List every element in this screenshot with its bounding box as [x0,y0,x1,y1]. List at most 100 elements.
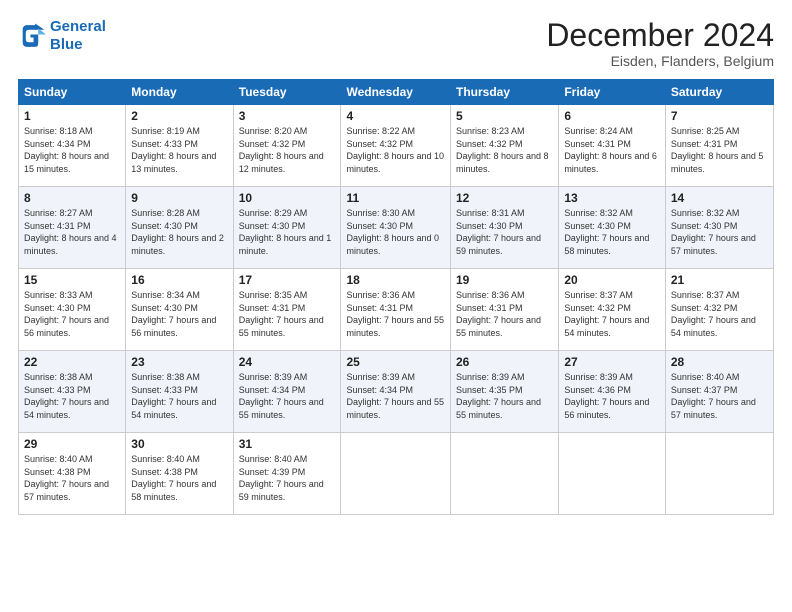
day-number: 29 [24,437,120,451]
header-monday: Monday [126,80,233,105]
day-number: 22 [24,355,120,369]
day-number: 31 [239,437,336,451]
table-row: 3 Sunrise: 8:20 AM Sunset: 4:32 PM Dayli… [233,105,341,187]
day-info: Sunrise: 8:37 AM Sunset: 4:32 PM Dayligh… [671,289,768,339]
day-number: 3 [239,109,336,123]
day-number: 12 [456,191,553,205]
day-info: Sunrise: 8:39 AM Sunset: 4:34 PM Dayligh… [346,371,445,421]
day-info: Sunrise: 8:23 AM Sunset: 4:32 PM Dayligh… [456,125,553,175]
day-info: Sunrise: 8:27 AM Sunset: 4:31 PM Dayligh… [24,207,120,257]
logo-text: General Blue [50,18,106,54]
day-number: 25 [346,355,445,369]
title-block: December 2024 Eisden, Flanders, Belgium [546,18,774,69]
table-row: 1 Sunrise: 8:18 AM Sunset: 4:34 PM Dayli… [19,105,126,187]
table-row: 27 Sunrise: 8:39 AM Sunset: 4:36 PM Dayl… [559,351,666,433]
day-info: Sunrise: 8:38 AM Sunset: 4:33 PM Dayligh… [24,371,120,421]
calendar-week-2: 15 Sunrise: 8:33 AM Sunset: 4:30 PM Dayl… [19,269,774,351]
table-row: 11 Sunrise: 8:30 AM Sunset: 4:30 PM Dayl… [341,187,451,269]
day-info: Sunrise: 8:30 AM Sunset: 4:30 PM Dayligh… [346,207,445,257]
table-row: 13 Sunrise: 8:32 AM Sunset: 4:30 PM Dayl… [559,187,666,269]
table-row: 23 Sunrise: 8:38 AM Sunset: 4:33 PM Dayl… [126,351,233,433]
day-number: 15 [24,273,120,287]
day-info: Sunrise: 8:39 AM Sunset: 4:35 PM Dayligh… [456,371,553,421]
table-row: 25 Sunrise: 8:39 AM Sunset: 4:34 PM Dayl… [341,351,451,433]
day-info: Sunrise: 8:40 AM Sunset: 4:38 PM Dayligh… [24,453,120,503]
table-row: 14 Sunrise: 8:32 AM Sunset: 4:30 PM Dayl… [665,187,773,269]
table-row: 8 Sunrise: 8:27 AM Sunset: 4:31 PM Dayli… [19,187,126,269]
day-info: Sunrise: 8:39 AM Sunset: 4:36 PM Dayligh… [564,371,660,421]
header-wednesday: Wednesday [341,80,451,105]
day-info: Sunrise: 8:19 AM Sunset: 4:33 PM Dayligh… [131,125,227,175]
table-row: 4 Sunrise: 8:22 AM Sunset: 4:32 PM Dayli… [341,105,451,187]
table-row: 2 Sunrise: 8:19 AM Sunset: 4:33 PM Dayli… [126,105,233,187]
day-number: 5 [456,109,553,123]
page: General Blue December 2024 Eisden, Fland… [0,0,792,612]
day-number: 24 [239,355,336,369]
table-row [451,433,559,515]
day-info: Sunrise: 8:38 AM Sunset: 4:33 PM Dayligh… [131,371,227,421]
day-number: 26 [456,355,553,369]
calendar-week-1: 8 Sunrise: 8:27 AM Sunset: 4:31 PM Dayli… [19,187,774,269]
day-info: Sunrise: 8:33 AM Sunset: 4:30 PM Dayligh… [24,289,120,339]
day-number: 8 [24,191,120,205]
table-row: 31 Sunrise: 8:40 AM Sunset: 4:39 PM Dayl… [233,433,341,515]
day-info: Sunrise: 8:29 AM Sunset: 4:30 PM Dayligh… [239,207,336,257]
table-row: 26 Sunrise: 8:39 AM Sunset: 4:35 PM Dayl… [451,351,559,433]
header-saturday: Saturday [665,80,773,105]
table-row: 9 Sunrise: 8:28 AM Sunset: 4:30 PM Dayli… [126,187,233,269]
logo-icon [18,22,46,50]
day-info: Sunrise: 8:36 AM Sunset: 4:31 PM Dayligh… [456,289,553,339]
table-row: 5 Sunrise: 8:23 AM Sunset: 4:32 PM Dayli… [451,105,559,187]
table-row [559,433,666,515]
day-info: Sunrise: 8:39 AM Sunset: 4:34 PM Dayligh… [239,371,336,421]
day-number: 30 [131,437,227,451]
location: Eisden, Flanders, Belgium [546,53,774,69]
day-number: 18 [346,273,445,287]
day-info: Sunrise: 8:22 AM Sunset: 4:32 PM Dayligh… [346,125,445,175]
table-row: 19 Sunrise: 8:36 AM Sunset: 4:31 PM Dayl… [451,269,559,351]
table-row: 15 Sunrise: 8:33 AM Sunset: 4:30 PM Dayl… [19,269,126,351]
calendar-header-row: Sunday Monday Tuesday Wednesday Thursday… [19,80,774,105]
calendar-week-0: 1 Sunrise: 8:18 AM Sunset: 4:34 PM Dayli… [19,105,774,187]
day-info: Sunrise: 8:40 AM Sunset: 4:39 PM Dayligh… [239,453,336,503]
table-row [665,433,773,515]
day-number: 10 [239,191,336,205]
table-row: 28 Sunrise: 8:40 AM Sunset: 4:37 PM Dayl… [665,351,773,433]
day-info: Sunrise: 8:31 AM Sunset: 4:30 PM Dayligh… [456,207,553,257]
day-number: 13 [564,191,660,205]
day-number: 23 [131,355,227,369]
table-row: 16 Sunrise: 8:34 AM Sunset: 4:30 PM Dayl… [126,269,233,351]
day-number: 4 [346,109,445,123]
day-number: 28 [671,355,768,369]
calendar-week-3: 22 Sunrise: 8:38 AM Sunset: 4:33 PM Dayl… [19,351,774,433]
table-row: 20 Sunrise: 8:37 AM Sunset: 4:32 PM Dayl… [559,269,666,351]
day-number: 9 [131,191,227,205]
table-row: 24 Sunrise: 8:39 AM Sunset: 4:34 PM Dayl… [233,351,341,433]
table-row: 22 Sunrise: 8:38 AM Sunset: 4:33 PM Dayl… [19,351,126,433]
day-number: 27 [564,355,660,369]
table-row: 21 Sunrise: 8:37 AM Sunset: 4:32 PM Dayl… [665,269,773,351]
day-info: Sunrise: 8:18 AM Sunset: 4:34 PM Dayligh… [24,125,120,175]
header-thursday: Thursday [451,80,559,105]
day-number: 11 [346,191,445,205]
day-info: Sunrise: 8:40 AM Sunset: 4:38 PM Dayligh… [131,453,227,503]
header-sunday: Sunday [19,80,126,105]
day-number: 20 [564,273,660,287]
day-number: 19 [456,273,553,287]
calendar: Sunday Monday Tuesday Wednesday Thursday… [18,79,774,515]
table-row: 7 Sunrise: 8:25 AM Sunset: 4:31 PM Dayli… [665,105,773,187]
day-info: Sunrise: 8:20 AM Sunset: 4:32 PM Dayligh… [239,125,336,175]
day-info: Sunrise: 8:35 AM Sunset: 4:31 PM Dayligh… [239,289,336,339]
day-number: 14 [671,191,768,205]
day-number: 16 [131,273,227,287]
table-row: 6 Sunrise: 8:24 AM Sunset: 4:31 PM Dayli… [559,105,666,187]
table-row: 30 Sunrise: 8:40 AM Sunset: 4:38 PM Dayl… [126,433,233,515]
table-row: 29 Sunrise: 8:40 AM Sunset: 4:38 PM Dayl… [19,433,126,515]
month-title: December 2024 [546,18,774,53]
header: General Blue December 2024 Eisden, Fland… [18,18,774,69]
day-info: Sunrise: 8:32 AM Sunset: 4:30 PM Dayligh… [564,207,660,257]
day-info: Sunrise: 8:28 AM Sunset: 4:30 PM Dayligh… [131,207,227,257]
day-info: Sunrise: 8:25 AM Sunset: 4:31 PM Dayligh… [671,125,768,175]
day-info: Sunrise: 8:32 AM Sunset: 4:30 PM Dayligh… [671,207,768,257]
day-number: 17 [239,273,336,287]
